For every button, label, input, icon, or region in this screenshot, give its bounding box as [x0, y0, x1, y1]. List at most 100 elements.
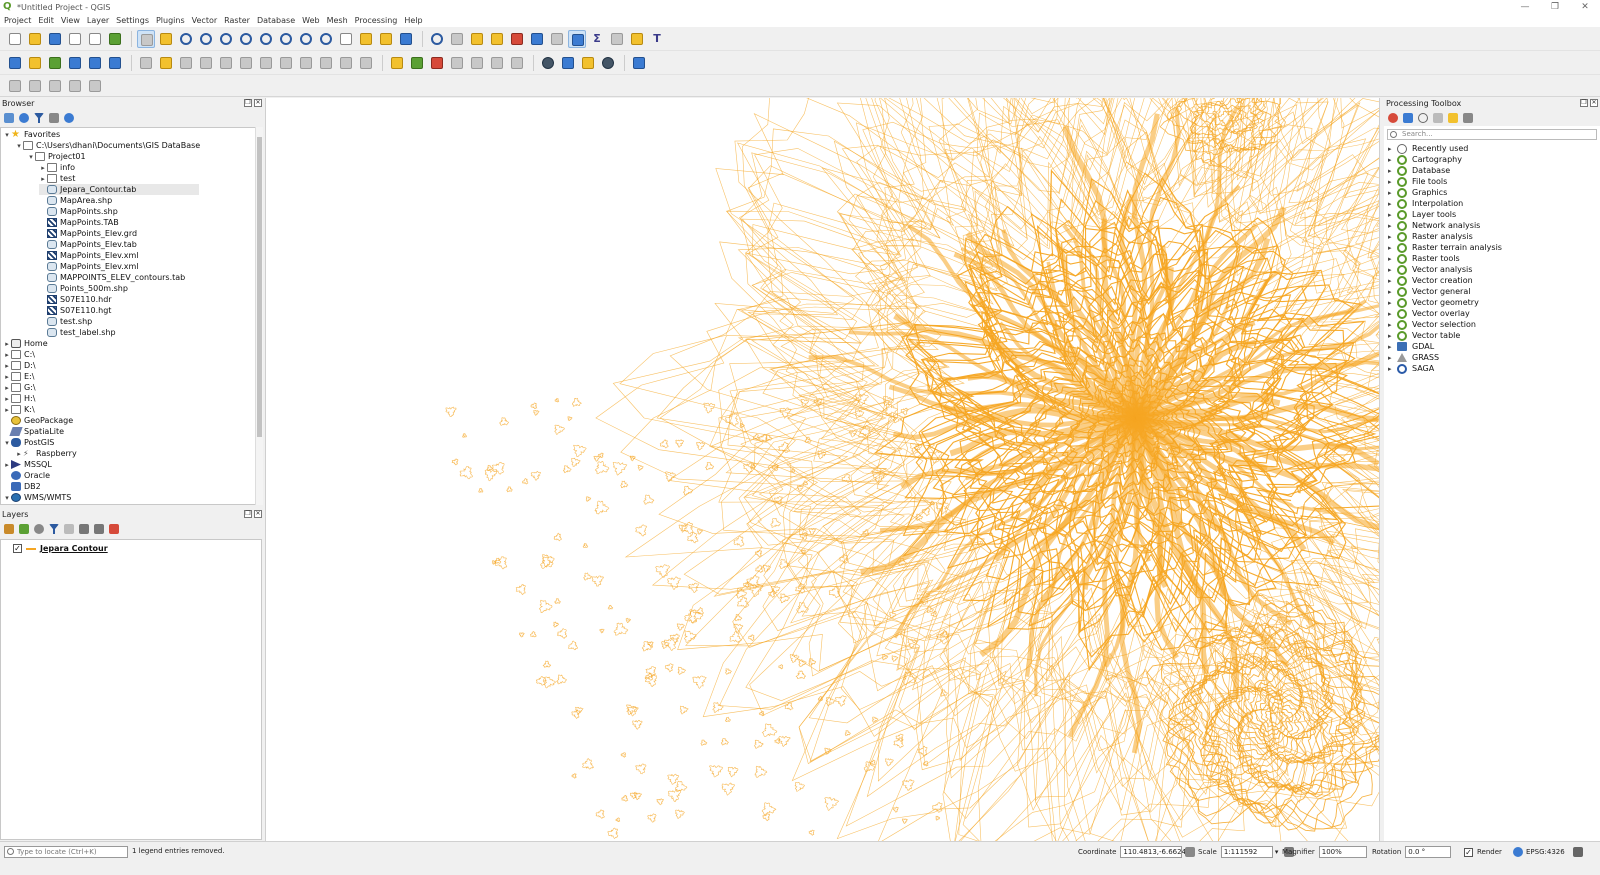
browser-item[interactable]: MapPoints_Elev.tab: [39, 239, 137, 250]
filter-legend-icon[interactable]: [49, 524, 59, 534]
new-project-icon[interactable]: [6, 30, 24, 48]
expand-all-icon[interactable]: [79, 524, 89, 534]
coordinate-field[interactable]: 110.4813,-6.6624: [1120, 846, 1186, 858]
map-canvas[interactable]: [265, 98, 1380, 841]
browser-item[interactable]: ▾ Project01: [27, 151, 86, 162]
browser-item[interactable]: MapPoints_Elev.xml: [39, 250, 139, 261]
open-layer-styling-icon[interactable]: [4, 524, 14, 534]
expand-arrow-icon[interactable]: ▸: [1388, 343, 1397, 351]
style-manager-icon[interactable]: [106, 30, 124, 48]
browser-item[interactable]: MapPoints_Elev.xml: [39, 261, 139, 272]
expand-arrow-icon[interactable]: ▸: [1388, 244, 1397, 252]
new-bookmark-icon[interactable]: [357, 30, 375, 48]
toolbox-provider-item[interactable]: ▸ Raster analysis: [1388, 231, 1473, 242]
processing-toolbox-icon[interactable]: [568, 29, 586, 48]
close-panel-icon[interactable]: ✕: [254, 510, 262, 518]
layer-item[interactable]: ✓ Jepara Contour: [13, 543, 108, 554]
menu-edit[interactable]: Edit: [38, 16, 54, 25]
zoom-last-icon[interactable]: [297, 30, 315, 48]
expand-arrow-icon[interactable]: ▸: [3, 373, 11, 381]
menu-view[interactable]: View: [61, 16, 80, 25]
expand-arrow-icon[interactable]: ▾: [3, 131, 11, 139]
refresh-browser-icon[interactable]: [19, 113, 29, 123]
pin-labels-icon[interactable]: [408, 54, 426, 72]
menu-project[interactable]: Project: [4, 16, 31, 25]
toolbox-provider-item[interactable]: ▸ Graphics: [1388, 187, 1447, 198]
browser-item[interactable]: ▸ C:\: [3, 349, 35, 360]
run-feature-action-icon[interactable]: [448, 30, 466, 48]
add-group-icon[interactable]: [19, 524, 29, 534]
scale-field[interactable]: 1:111592: [1220, 846, 1273, 858]
expand-arrow-icon[interactable]: ▸: [1388, 266, 1397, 274]
globe-icon[interactable]: [1513, 847, 1523, 857]
statistical-summary-icon[interactable]: Σ: [588, 30, 606, 48]
close-panel-icon[interactable]: ✕: [1590, 99, 1598, 107]
magnifier-field[interactable]: 100%: [1318, 846, 1367, 858]
new-map-view-icon[interactable]: [337, 30, 355, 48]
expand-arrow-icon[interactable]: ▸: [3, 362, 11, 370]
toolbox-provider-item[interactable]: ▸ Vector table: [1388, 330, 1460, 341]
close-button[interactable]: ✕: [1570, 0, 1600, 14]
browser-item[interactable]: GeoPackage: [3, 415, 73, 426]
plugin-icon[interactable]: [579, 54, 597, 72]
browser-tree[interactable]: ▾ ★ Favorites ▾ C:\Users\dhani\Documents\GIS…: [0, 127, 262, 505]
close-panel-icon[interactable]: ✕: [254, 99, 262, 107]
menu-vector[interactable]: Vector: [192, 16, 218, 25]
browser-item[interactable]: ▸ H:\: [3, 393, 35, 404]
expand-arrow-icon[interactable]: ▸: [1388, 310, 1397, 318]
layer-visibility-checkbox[interactable]: ✓: [13, 544, 22, 553]
manage-map-themes-icon[interactable]: [34, 524, 44, 534]
float-panel-icon[interactable]: ❐: [244, 510, 252, 518]
browser-item[interactable]: ▾ ★ Favorites: [3, 129, 60, 140]
history-icon[interactable]: [1418, 113, 1428, 123]
browser-item[interactable]: Points_500m.shp: [39, 283, 128, 294]
menu-database[interactable]: Database: [257, 16, 295, 25]
toolbox-search-input[interactable]: Search...: [1387, 129, 1597, 140]
chevron-down-icon[interactable]: ▾: [1275, 848, 1279, 856]
toolbox-provider-item[interactable]: ▸ File tools: [1388, 176, 1447, 187]
open-project-icon[interactable]: [26, 30, 44, 48]
add-rectangle-icon[interactable]: [66, 77, 84, 95]
help-icon[interactable]: [630, 54, 648, 72]
copy-features-icon[interactable]: [297, 54, 315, 72]
remove-layer-icon[interactable]: [109, 524, 119, 534]
menu-settings[interactable]: Settings: [116, 16, 149, 25]
field-calculator-icon[interactable]: [548, 30, 566, 48]
expand-arrow-icon[interactable]: ▾: [15, 142, 23, 150]
properties-widget-icon[interactable]: [64, 113, 74, 123]
expand-arrow-icon[interactable]: ▸: [1388, 365, 1397, 373]
toolbox-provider-item[interactable]: ▸ Vector overlay: [1388, 308, 1470, 319]
expand-arrow-icon[interactable]: ▸: [3, 395, 11, 403]
float-panel-icon[interactable]: ❐: [1580, 99, 1588, 107]
menu-plugins[interactable]: Plugins: [156, 16, 185, 25]
add-vector-layer-icon[interactable]: [46, 54, 64, 72]
metasearch-icon[interactable]: [539, 54, 557, 72]
current-edits-icon[interactable]: [137, 54, 155, 72]
expand-arrow-icon[interactable]: ▸: [3, 340, 11, 348]
toolbox-provider-item[interactable]: ▸ Vector creation: [1388, 275, 1473, 286]
expand-arrow-icon[interactable]: ▸: [39, 175, 47, 183]
modify-attributes-icon[interactable]: [237, 54, 255, 72]
scripts-icon[interactable]: [1403, 113, 1413, 123]
browser-item[interactable]: MapPoints_Elev.grd: [39, 228, 137, 239]
expand-arrow-icon[interactable]: ▸: [1388, 200, 1397, 208]
expand-arrow-icon[interactable]: ▸: [1388, 288, 1397, 296]
locator-search-input[interactable]: Type to locate (Ctrl+K): [4, 846, 128, 858]
toolbox-provider-item[interactable]: ▸ Vector selection: [1388, 319, 1476, 330]
models-icon[interactable]: [1388, 113, 1398, 123]
add-wms-layer-icon[interactable]: [66, 54, 84, 72]
rotate-label-icon[interactable]: [468, 54, 486, 72]
expand-arrow-icon[interactable]: ▸: [1388, 222, 1397, 230]
filter-by-expression-icon[interactable]: [64, 524, 74, 534]
redo-icon[interactable]: [357, 54, 375, 72]
toolbox-provider-item[interactable]: ▸ Network analysis: [1388, 220, 1480, 231]
menu-help[interactable]: Help: [404, 16, 422, 25]
new-geopackage-layer-icon[interactable]: [26, 54, 44, 72]
toolbox-provider-item[interactable]: ▸ Vector geometry: [1388, 297, 1479, 308]
pan-to-selection-icon[interactable]: [157, 30, 175, 48]
toggle-extents-icon[interactable]: [1185, 847, 1196, 857]
expand-arrow-icon[interactable]: ▸: [1388, 233, 1397, 241]
text-annotation-icon[interactable]: T: [648, 30, 666, 48]
expand-arrow-icon[interactable]: ▸: [1388, 354, 1397, 362]
expand-arrow-icon[interactable]: ▸: [1388, 189, 1397, 197]
